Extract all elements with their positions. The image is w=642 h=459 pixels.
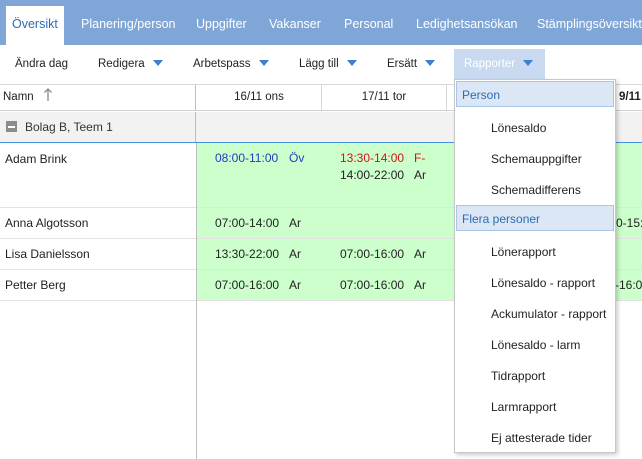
menu-item-schemauppgifter[interactable]: Schemauppgifter [491, 152, 582, 166]
main-tab-bar: Översikt Planering/person Uppgifter Vaka… [0, 0, 642, 45]
shift-cell[interactable]: 13:30-14:00 F- 14:00-22:00 Ar [322, 143, 447, 208]
shift-time: 14:00-22:00 [340, 168, 405, 182]
person-name[interactable]: Lisa Danielsson [0, 239, 196, 270]
rapporter-label: Rapporter [464, 58, 516, 70]
tab-personal[interactable]: Personal [344, 0, 393, 45]
sort-ascending-icon[interactable] [43, 88, 53, 102]
tab-stamplingsoversikt[interactable]: Stämplingsöversikt [537, 0, 642, 45]
rapporter-dropdown-menu: Person Lönesaldo Schemauppgifter Schemad… [454, 79, 616, 453]
shift-time: 07:00-14:00 [215, 216, 280, 230]
person-name[interactable]: Petter Berg [0, 270, 196, 301]
shift-time: 0-15:0 [616, 216, 642, 230]
menu-item-lonesaldo-rapport[interactable]: Lönesaldo - rapport [491, 276, 595, 290]
shift-time: -16:0 [615, 278, 642, 292]
shift-code: Ar [414, 278, 426, 292]
shift-code: Ar [289, 216, 301, 230]
menu-item-ackumulator-rapport[interactable]: Ackumulator - rapport [491, 307, 606, 321]
shift-cell[interactable]: 08:00-11:00 Öv [197, 143, 322, 208]
shift-cell[interactable] [322, 208, 447, 239]
tab-ledighetsansokan[interactable]: Ledighetsansökan [416, 0, 517, 45]
shift-code: Ar [414, 168, 426, 182]
menu-item-tidrapport[interactable]: Tidrapport [491, 369, 545, 383]
name-column-label: Namn [3, 91, 34, 103]
arbetspass-menu-button[interactable]: Arbetspass [193, 45, 269, 85]
shift-cell[interactable]: 13:30-22:00 Ar [197, 239, 322, 270]
shift-time: 13:30-14:00 [340, 151, 405, 165]
menu-section-flera-personer: Flera personer [456, 205, 614, 231]
tab-uppgifter[interactable]: Uppgifter [196, 0, 247, 45]
day-header: 9/11 [619, 91, 641, 103]
tab-oversikt[interactable]: Översikt [6, 6, 64, 45]
shift-cell[interactable]: 0-15:0 [615, 208, 642, 239]
tab-vakanser[interactable]: Vakanser [269, 0, 321, 45]
menu-item-lonesaldo-larm[interactable]: Lönesaldo - larm [491, 338, 580, 352]
shift-code: Ar [289, 247, 301, 261]
menu-item-schemadifferens[interactable]: Schemadifferens [491, 183, 581, 197]
lagg-till-label: Lägg till [299, 58, 339, 70]
andra-dag-label: Ändra dag [15, 58, 69, 70]
menu-item-ej-attesterade-tider[interactable]: Ej attesterade tider [491, 431, 592, 445]
menu-item-lonesaldo[interactable]: Lönesaldo [491, 121, 546, 135]
lagg-till-menu-button[interactable]: Lägg till [299, 45, 357, 85]
shift-time: 08:00-11:00 [215, 151, 279, 165]
caret-down-icon [523, 59, 534, 66]
ersatt-menu-button[interactable]: Ersätt [387, 45, 436, 85]
shift-code: Öv [289, 151, 305, 165]
caret-down-icon [258, 59, 269, 66]
person-name[interactable]: Anna Algotsson [0, 208, 196, 239]
shift-cell[interactable]: 07:00-16:00 Ar [322, 239, 447, 270]
shift-cell[interactable]: -16:0 [615, 270, 642, 301]
shift-cell[interactable]: 07:00-14:00 Ar [197, 208, 322, 239]
redigera-label: Redigera [98, 58, 145, 70]
shift-cell[interactable] [615, 239, 642, 270]
collapse-icon[interactable] [6, 121, 17, 132]
andra-dag-button[interactable]: Ändra dag [15, 45, 68, 85]
shift-code: Ar [289, 278, 301, 292]
caret-down-icon [425, 59, 436, 66]
shift-time: 13:30-22:00 [215, 247, 280, 261]
shift-time: 07:00-16:00 [215, 278, 280, 292]
shift-cell[interactable]: 07:00-16:00 Ar [197, 270, 322, 301]
caret-down-icon [152, 59, 163, 66]
group-name[interactable]: Bolag B, Teem 1 [0, 112, 196, 142]
day-header: 17/11 tor [322, 85, 447, 110]
tab-planering-person[interactable]: Planering/person [81, 0, 176, 45]
person-name[interactable]: Adam Brink [0, 143, 196, 208]
ersatt-label: Ersätt [387, 58, 418, 70]
arbetspass-label: Arbetspass [193, 58, 251, 70]
menu-item-larmrapport[interactable]: Larmrapport [491, 400, 556, 414]
caret-down-icon [346, 59, 357, 66]
shift-cell[interactable]: 07:00-16:00 Ar [322, 270, 447, 301]
name-column-header[interactable]: Namn [0, 85, 196, 110]
menu-section-person: Person [456, 81, 614, 107]
day-header: 16/11 ons [197, 85, 322, 110]
group-label: Bolag B, Teem 1 [25, 120, 113, 134]
shift-time: 07:00-16:00 [340, 278, 405, 292]
redigera-menu-button[interactable]: Redigera [98, 45, 163, 85]
shift-code: Ar [414, 247, 426, 261]
menu-item-lonerapport[interactable]: Lönerapport [491, 245, 556, 259]
shift-code: F- [414, 151, 426, 165]
shift-time: 07:00-16:00 [340, 247, 405, 261]
shift-cell[interactable] [615, 143, 642, 208]
